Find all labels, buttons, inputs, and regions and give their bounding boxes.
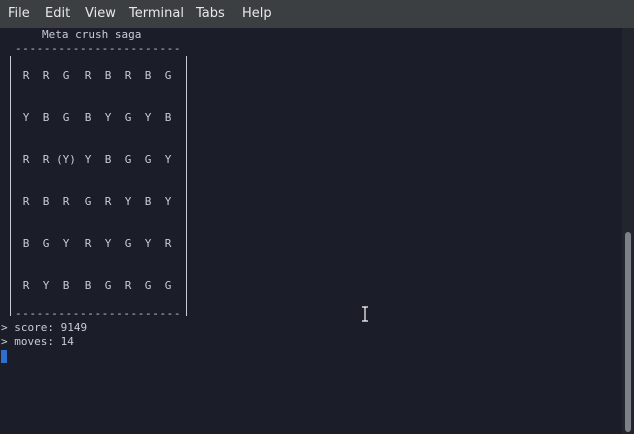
menu-terminal[interactable]: Terminal bbox=[129, 6, 184, 22]
moves-line: > moves: 14 bbox=[1, 335, 74, 348]
board-cell: G bbox=[62, 111, 70, 124]
board-cell: B bbox=[42, 111, 50, 124]
board-cell: Y bbox=[84, 153, 92, 166]
board-cell: Y bbox=[42, 279, 50, 292]
board-cell: R bbox=[104, 195, 112, 208]
scrollbar-thumb[interactable] bbox=[625, 232, 631, 432]
board-cell: G bbox=[124, 153, 132, 166]
board-cell: G bbox=[42, 237, 50, 250]
board-cell: (Y) bbox=[56, 153, 76, 166]
menu-file[interactable]: File bbox=[8, 6, 30, 22]
board-cell: B bbox=[62, 279, 70, 292]
board-cell: Y bbox=[164, 153, 172, 166]
board-cell: R bbox=[22, 153, 30, 166]
board-cell: R bbox=[22, 279, 30, 292]
board-cell: R bbox=[84, 237, 92, 250]
board-cell: B bbox=[104, 153, 112, 166]
board-cell: B bbox=[164, 111, 172, 124]
menu-tabs[interactable]: Tabs bbox=[196, 6, 225, 22]
board-cell: B bbox=[84, 279, 92, 292]
board-cell: Y bbox=[104, 111, 112, 124]
board-cell: R bbox=[164, 237, 172, 250]
board-cell: B bbox=[84, 111, 92, 124]
board-cell: B bbox=[144, 195, 152, 208]
board-cell: G bbox=[144, 153, 152, 166]
board-cell: R bbox=[124, 69, 132, 82]
board-cell: G bbox=[164, 69, 172, 82]
board-cell: G bbox=[164, 279, 172, 292]
menu-help[interactable]: Help bbox=[242, 6, 272, 22]
menu-bar: File Edit View Terminal Tabs Help bbox=[0, 0, 634, 29]
board-cell: B bbox=[22, 237, 30, 250]
board-cell: Y bbox=[62, 237, 70, 250]
board-left-border bbox=[10, 56, 11, 316]
terminal-content[interactable]: Meta crush saga ----------------------- … bbox=[0, 28, 622, 434]
board-cell: Y bbox=[164, 195, 172, 208]
ibeam-cursor-icon bbox=[362, 306, 368, 322]
board-cell: R bbox=[84, 69, 92, 82]
text-cursor bbox=[1, 350, 7, 363]
board-cell: G bbox=[84, 195, 92, 208]
board-cell: Y bbox=[104, 237, 112, 250]
board-cell: Y bbox=[144, 111, 152, 124]
board-cell: R bbox=[22, 195, 30, 208]
board-cell: R bbox=[62, 195, 70, 208]
board-cell: Y bbox=[22, 111, 30, 124]
menu-edit[interactable]: Edit bbox=[45, 6, 70, 22]
board-right-border bbox=[186, 56, 187, 316]
board-cell: R bbox=[22, 69, 30, 82]
board-cell: G bbox=[104, 279, 112, 292]
board-cell: R bbox=[124, 279, 132, 292]
board-cell: Y bbox=[124, 195, 132, 208]
menu-view[interactable]: View bbox=[85, 6, 116, 22]
board-border-top: ----------------------- bbox=[15, 42, 182, 55]
score-line: > score: 9149 bbox=[1, 321, 88, 334]
board-cell: B bbox=[144, 69, 152, 82]
board-cell: R bbox=[42, 153, 50, 166]
board-cell: Y bbox=[144, 237, 152, 250]
board-cell: G bbox=[144, 279, 152, 292]
board-cell: R bbox=[42, 69, 50, 82]
board-cell: G bbox=[62, 69, 70, 82]
board-cell: G bbox=[124, 111, 132, 124]
game-title: Meta crush saga bbox=[42, 28, 142, 41]
board-cell: B bbox=[42, 195, 50, 208]
board-border-bottom: ----------------------- bbox=[15, 307, 182, 320]
board-cell: B bbox=[104, 69, 112, 82]
board-cell: G bbox=[124, 237, 132, 250]
scrollbar[interactable] bbox=[622, 28, 634, 434]
terminal-window: File Edit View Terminal Tabs Help Meta c… bbox=[0, 0, 634, 434]
